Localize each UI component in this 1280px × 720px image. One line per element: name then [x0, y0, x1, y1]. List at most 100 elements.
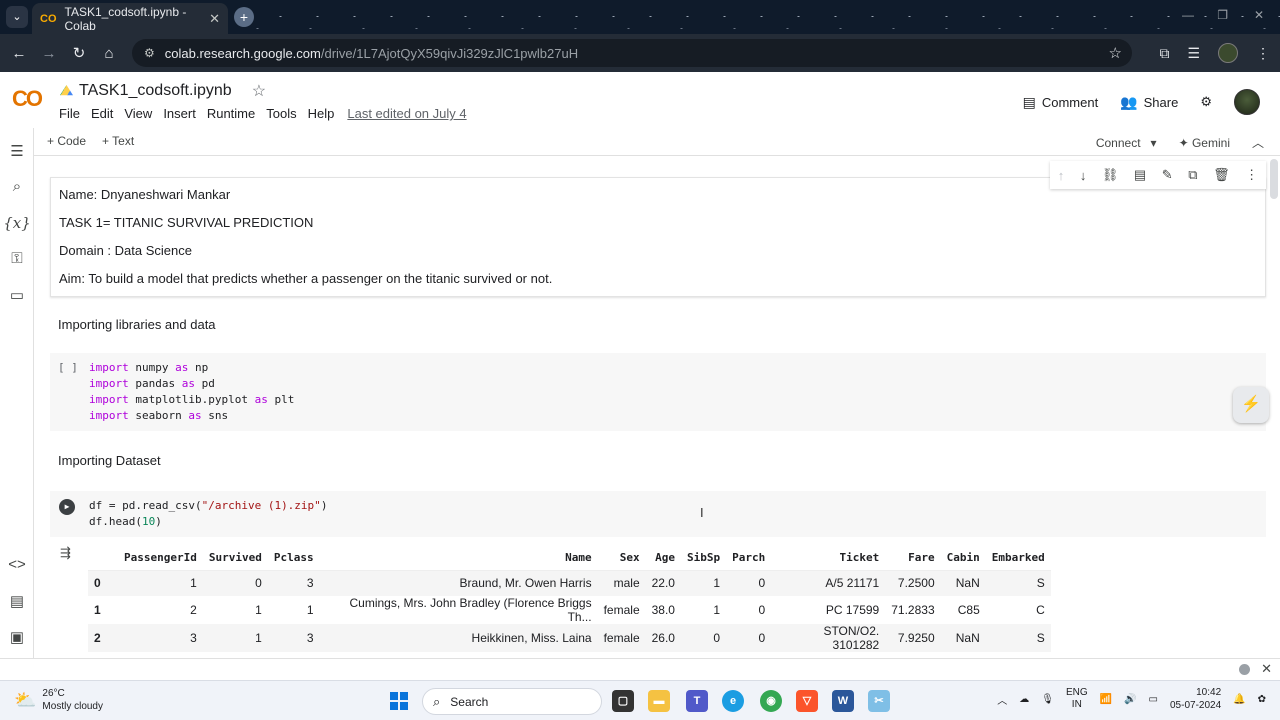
colab-status-bar: ✕ [0, 658, 1280, 680]
word-icon[interactable]: W [832, 690, 854, 712]
weather-desc: Mostly cloudy [42, 701, 103, 712]
browser-tab-colab[interactable]: CO TASK1_codsoft.ipynb - Colab ✕ [32, 3, 228, 34]
secrets-key-icon[interactable]: ⚿ [0, 250, 34, 267]
column-header [88, 545, 118, 571]
copilot-icon[interactable]: ✿ [1258, 694, 1266, 705]
new-tab-plus-icon[interactable]: + [234, 7, 254, 27]
weather-widget[interactable]: ⛅ 26°C Mostly cloudy [14, 687, 103, 713]
share-button[interactable]: 👥 Share [1120, 94, 1178, 111]
reload-icon[interactable]: ↻ [64, 44, 94, 62]
markdown-cell-intro[interactable]: Name: Dnyaneshwari Mankar TASK 1= TITANI… [50, 177, 1266, 297]
close-status-icon[interactable]: ✕ [1261, 661, 1272, 677]
battery-icon[interactable]: ▭ [1149, 694, 1158, 705]
clock[interactable]: 10:42 05-07-2024 [1170, 686, 1221, 712]
code-cell-read-csv[interactable]: ▶ df = pd.read_csv("/archive (1).zip") d… [50, 491, 1266, 537]
microphone-icon[interactable]: 🎙 [1041, 694, 1054, 705]
tab-close-icon[interactable]: ✕ [209, 11, 220, 27]
onedrive-icon[interactable]: ☁ [1019, 694, 1029, 705]
edge-icon[interactable]: e [722, 690, 744, 712]
cell-execution-count[interactable]: [ ] [58, 361, 78, 374]
more-options-icon[interactable]: ⋮ [1245, 167, 1258, 183]
code-lines[interactable]: df = pd.read_csv("/archive (1).zip") df.… [89, 498, 327, 530]
files-folder-icon[interactable]: ▭ [0, 286, 34, 304]
windows-start-icon[interactable] [390, 692, 408, 710]
reading-list-icon[interactable]: ☰ [1187, 45, 1200, 62]
move-down-icon[interactable]: ↓ [1080, 168, 1087, 183]
menu-runtime[interactable]: Runtime [207, 106, 255, 121]
snipping-tool-icon[interactable]: ✂ [868, 690, 890, 712]
comment-cell-icon[interactable]: ▤ [1134, 167, 1146, 183]
address-bar[interactable]: ⚙ colab.research.google.com/drive/1L7Ajo… [132, 39, 1132, 67]
delete-trash-icon[interactable]: 🗑 [1213, 167, 1230, 183]
task-view-icon[interactable]: ▢ [612, 690, 634, 712]
runtime-status-icon[interactable] [1239, 664, 1250, 675]
forward-arrow-icon[interactable]: → [34, 45, 64, 62]
scrollbar-thumb[interactable] [1270, 159, 1278, 199]
run-cell-play-icon[interactable]: ▶ [59, 499, 75, 515]
mirror-cell-icon[interactable]: ⧉ [1188, 167, 1197, 183]
language-indicator[interactable]: ENG IN [1066, 687, 1088, 711]
minimize-icon[interactable]: — [1182, 8, 1194, 22]
site-info-icon[interactable]: ⚙ [144, 46, 155, 60]
menu-insert[interactable]: Insert [163, 106, 196, 121]
last-edited-link[interactable]: Last edited on July 4 [347, 106, 466, 121]
home-icon[interactable]: ⌂ [94, 45, 124, 62]
output-options-icon[interactable]: ⇶ [60, 545, 71, 561]
table-of-contents-icon[interactable]: ☰ [0, 142, 34, 160]
code-cell-imports[interactable]: [ ] import numpy as np import pandas as … [50, 353, 1266, 431]
profile-avatar[interactable] [1218, 43, 1238, 63]
notifications-bell-icon[interactable]: 🔔 [1233, 694, 1245, 705]
volume-icon[interactable]: 🔊 [1124, 694, 1136, 705]
command-palette-icon[interactable]: ▤ [0, 592, 34, 610]
search-icon: ⌕ [433, 693, 441, 709]
notebook-title[interactable]: TASK1_codsoft.ipynb [79, 82, 232, 100]
extensions-icon[interactable]: ⧉ [1159, 45, 1169, 62]
window-close-icon[interactable]: ✕ [1254, 8, 1264, 22]
vertical-scrollbar[interactable] [1268, 157, 1280, 658]
brave-icon[interactable]: ▽ [796, 690, 818, 712]
file-explorer-icon[interactable]: ▬ [648, 690, 670, 712]
account-avatar[interactable] [1234, 89, 1260, 115]
code-snippets-icon[interactable]: <> [0, 556, 34, 573]
drive-icon[interactable] [60, 85, 73, 96]
maximize-icon[interactable]: ❐ [1217, 8, 1228, 22]
people-icon: 👥 [1120, 93, 1138, 110]
star-notebook-icon[interactable]: ☆ [252, 81, 266, 101]
terminal-icon[interactable]: ▣ [0, 628, 34, 646]
search-icon[interactable]: ⌕ [0, 178, 34, 195]
variables-icon[interactable]: {x} [0, 214, 34, 232]
link-icon[interactable]: ⛓ [1102, 167, 1119, 183]
colab-logo[interactable]: CO [12, 86, 43, 112]
add-code-button[interactable]: + Code [47, 134, 86, 148]
show-hidden-icons-chevron-icon[interactable]: ︿ [997, 692, 1007, 707]
browser-menu-icon[interactable]: ⋮ [1256, 45, 1270, 62]
menu-view[interactable]: View [124, 106, 152, 121]
generate-code-icon[interactable]: ⚡ [1233, 387, 1269, 423]
menu-file[interactable]: File [59, 106, 80, 121]
gemini-button[interactable]: ✦ Gemini [1179, 136, 1230, 150]
chrome-icon[interactable]: ◉ [760, 690, 782, 712]
browser-toolbar: ← → ↻ ⌂ ⚙ colab.research.google.com/driv… [0, 34, 1280, 72]
tab-title: TASK1_codsoft.ipynb - Colab [64, 4, 187, 33]
taskbar-search[interactable]: ⌕ Search [422, 688, 602, 715]
menu-help[interactable]: Help [308, 106, 335, 121]
collapse-header-icon[interactable]: ︿ [1252, 134, 1264, 151]
edit-pencil-icon[interactable]: ✎ [1162, 167, 1173, 183]
table-header-row: PassengerId Survived Pclass Name Sex Age… [88, 545, 1051, 571]
colab-favicon-icon: CO [40, 12, 57, 25]
menu-tools[interactable]: Tools [266, 106, 296, 121]
section-heading-libraries: Importing libraries and data [58, 317, 216, 332]
tab-search-chevron-icon[interactable]: ⌄ [6, 6, 28, 28]
menu-edit[interactable]: Edit [91, 106, 113, 121]
settings-gear-icon[interactable]: ⚙ [1200, 94, 1212, 110]
notebook-toolbar: + Code + Text Connect ▾ ✦ Gemini ︿ [34, 128, 1280, 156]
teams-icon[interactable]: T [686, 690, 708, 712]
wifi-icon[interactable]: 📶 [1100, 694, 1112, 705]
move-up-icon[interactable]: ↑ [1058, 168, 1065, 183]
code-lines[interactable]: import numpy as np import pandas as pd i… [89, 360, 294, 424]
add-text-button[interactable]: + Text [102, 134, 134, 148]
connect-button[interactable]: Connect ▾ [1096, 136, 1157, 150]
bookmark-star-icon[interactable]: ☆ [1109, 44, 1122, 62]
back-arrow-icon[interactable]: ← [4, 45, 34, 62]
comment-button[interactable]: ▤ Comment [1023, 94, 1099, 111]
